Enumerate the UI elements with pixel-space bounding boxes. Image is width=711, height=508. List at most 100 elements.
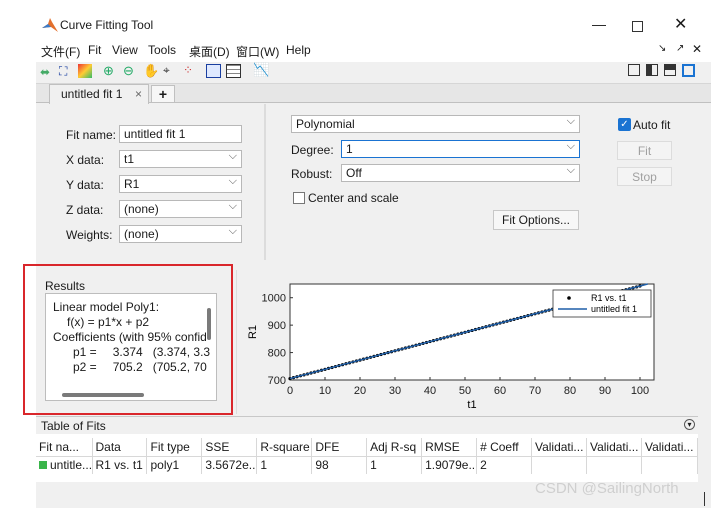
- panel-divider: [264, 104, 266, 260]
- pan-icon[interactable]: ⬌: [40, 65, 50, 79]
- close-figure-icon[interactable]: ✕: [692, 42, 702, 56]
- menu-tools[interactable]: Tools: [148, 43, 176, 57]
- close-tab-icon[interactable]: ×: [135, 87, 142, 101]
- single-view-icon[interactable]: [682, 64, 695, 77]
- xdata-select[interactable]: t1: [119, 150, 242, 168]
- menu-fit[interactable]: Fit: [88, 43, 101, 57]
- tile-top-bottom-icon[interactable]: [664, 64, 676, 76]
- column-header[interactable]: Fit na...: [36, 438, 93, 456]
- center-scale-label: Center and scale: [308, 191, 399, 205]
- fit-status-icon: [39, 461, 47, 470]
- stop-button[interactable]: Stop: [617, 167, 672, 186]
- dock-arrow-icon[interactable]: ↗: [676, 43, 684, 54]
- colormap-icon[interactable]: [78, 64, 92, 78]
- fit-plot[interactable]: 0 10 20 30 40 50 60 70 80 90 100 700 800 900 1000 t1 R1 R…: [238, 270, 698, 414]
- menu-desktop[interactable]: 桌面(D): [189, 43, 230, 60]
- zoom-out-icon[interactable]: ⊖: [123, 63, 134, 79]
- y-tick-label: 700: [268, 375, 286, 387]
- tab-untitled-fit-1[interactable]: untitled fit 1 ×: [49, 84, 149, 104]
- table-cell: [531, 455, 587, 474]
- highlight-box: [23, 264, 233, 415]
- zdata-select[interactable]: (none): [119, 200, 242, 218]
- tile-left-right-icon[interactable]: [646, 64, 658, 76]
- column-header[interactable]: R-square: [256, 438, 313, 456]
- column-header[interactable]: Adj R-sq: [366, 438, 423, 456]
- fit-name-label: Fit name:: [66, 128, 117, 142]
- center-scale-checkbox[interactable]: [293, 192, 305, 204]
- fit-button[interactable]: Fit: [617, 141, 672, 160]
- degree-value: 1: [346, 142, 353, 156]
- residuals-icon[interactable]: 📉: [253, 62, 269, 78]
- robust-value: Off: [346, 166, 362, 180]
- matlab-logo-icon: [42, 18, 58, 32]
- weights-value: (none): [124, 227, 159, 241]
- x-tick-label: 70: [529, 385, 541, 397]
- menu-help[interactable]: Help: [286, 43, 311, 57]
- title-bar: Curve Fitting Tool — ✕: [36, 10, 711, 40]
- grid-icon[interactable]: [226, 64, 241, 78]
- maximize-icon[interactable]: [632, 21, 643, 32]
- fit-type-value: Polynomial: [296, 117, 355, 131]
- x-tick-label: 20: [354, 385, 366, 397]
- undock-arrow-icon[interactable]: ↘: [658, 43, 666, 54]
- auto-fit-checkbox[interactable]: ✓: [618, 118, 631, 131]
- menu-window[interactable]: 窗口(W): [236, 43, 279, 60]
- table-of-fits: Fit na... Data Fit type SSE R-square DFE Adj R…: [36, 434, 699, 482]
- table-row[interactable]: untitle... R1 vs. t1 poly1 3.5672e... 1 98 1 1.…: [36, 455, 699, 474]
- legend-point-marker: [567, 296, 571, 300]
- table-cell: 1: [366, 455, 423, 474]
- ydata-value: R1: [124, 177, 140, 191]
- column-header[interactable]: DFE: [311, 438, 368, 456]
- close-window-icon[interactable]: ✕: [674, 14, 687, 34]
- column-header[interactable]: Data: [92, 438, 148, 456]
- table-cell: [641, 455, 699, 474]
- window-title: Curve Fitting Tool: [60, 18, 154, 32]
- table-cell: R1 vs. t1: [92, 455, 148, 474]
- table-cell: untitle...: [36, 455, 93, 474]
- data-tip-icon[interactable]: ⌖: [163, 63, 170, 78]
- x-tick-label: 100: [631, 385, 649, 397]
- weights-select[interactable]: (none): [119, 225, 242, 243]
- column-header[interactable]: # Coeff: [476, 438, 532, 456]
- tab-label: untitled fit 1: [61, 87, 123, 101]
- menu-file[interactable]: 文件(F): [41, 43, 80, 60]
- collapse-table-icon[interactable]: ▾: [684, 419, 695, 430]
- robust-label: Robust:: [291, 167, 333, 181]
- y-tick-label: 900: [268, 320, 286, 332]
- zoom-in-icon[interactable]: ⊕: [103, 63, 114, 79]
- column-header[interactable]: Fit type: [146, 438, 203, 456]
- menu-view[interactable]: View: [112, 43, 138, 57]
- fit-name-field[interactable]: untitled fit 1: [119, 125, 242, 143]
- column-header[interactable]: Validati...: [641, 438, 699, 456]
- column-header[interactable]: RMSE: [421, 438, 478, 456]
- x-axis-label: t1: [467, 399, 476, 411]
- toolbar: [36, 62, 711, 84]
- text-cursor: [704, 492, 705, 506]
- auto-fit-label: Auto fit: [633, 118, 671, 132]
- table-cell: poly1: [146, 455, 203, 474]
- add-fit-tab-button[interactable]: +: [151, 85, 175, 103]
- outliers-icon[interactable]: ⁘: [183, 63, 193, 77]
- fit-options-button[interactable]: Fit Options...: [493, 210, 579, 230]
- ydata-select[interactable]: R1: [119, 175, 242, 193]
- degree-select[interactable]: 1: [341, 140, 580, 158]
- xdata-label: X data:: [66, 153, 105, 167]
- x-tick-label: 60: [494, 385, 506, 397]
- fit-type-select[interactable]: Polynomial: [291, 115, 580, 133]
- y-tick-label: 800: [268, 348, 286, 360]
- zdata-value: (none): [124, 202, 159, 216]
- legend-icon[interactable]: [206, 64, 221, 78]
- x-tick-label: 0: [287, 385, 293, 397]
- column-header[interactable]: Validati...: [586, 438, 642, 456]
- weights-label: Weights:: [66, 228, 113, 242]
- table-cell: [586, 455, 642, 474]
- minimize-icon[interactable]: —: [592, 16, 606, 32]
- table-cell: 1: [256, 455, 313, 474]
- hand-icon[interactable]: ✋: [143, 63, 159, 79]
- tile-grid-icon[interactable]: [628, 64, 640, 76]
- data-cursor-icon[interactable]: ⛶: [59, 64, 67, 79]
- column-header[interactable]: SSE: [201, 438, 258, 456]
- y-tick-label: 1000: [262, 293, 286, 305]
- robust-select[interactable]: Off: [341, 164, 580, 182]
- column-header[interactable]: Validati...: [531, 438, 587, 456]
